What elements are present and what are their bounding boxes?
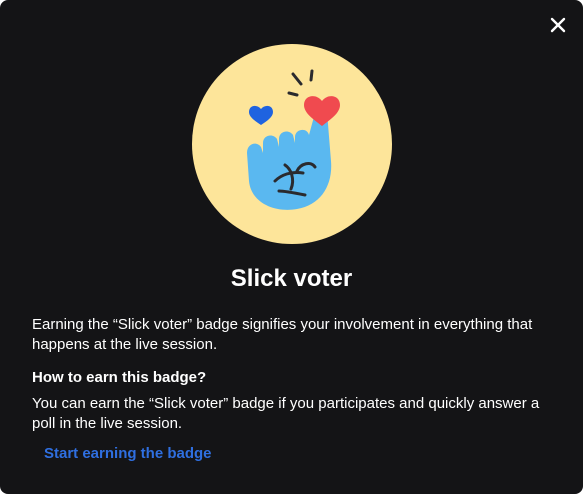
badge-description: Earning the “Slick voter” badge signifie… — [32, 316, 533, 353]
badge-modal: Slick voter Earning the “Slick voter” ba… — [0, 0, 583, 494]
badge-title: Slick voter — [230, 265, 353, 292]
close-icon — [550, 17, 566, 33]
close-button[interactable] — [545, 12, 571, 38]
how-to-earn-heading: How to earn this badge? — [32, 369, 207, 386]
how-to-earn-body: You can earn the “Slick voter” badge if … — [32, 395, 540, 432]
start-earning-button[interactable]: Start earning the badge — [44, 444, 212, 464]
badge-illustration — [192, 44, 392, 244]
